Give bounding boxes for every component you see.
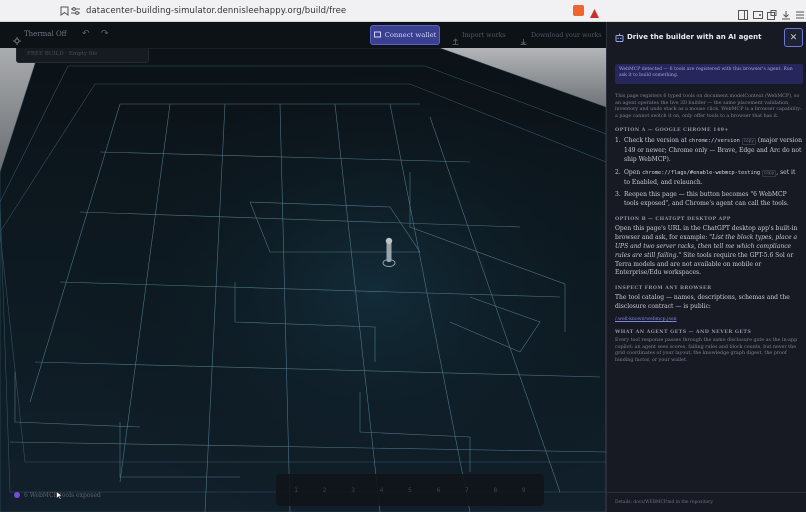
- panel-title: Drive the builder with an AI agent: [627, 33, 762, 41]
- panel-footer: Details: docs/WEBMCP.md in the repositor…: [607, 492, 806, 512]
- thermal-toggle[interactable]: Thermal Off: [24, 30, 67, 38]
- step-text: Open: [624, 168, 643, 176]
- list-item: 1. Check the version at chrome://version…: [615, 137, 802, 164]
- connect-wallet-button[interactable]: Connect wallet: [370, 25, 440, 45]
- panel-body: This page registers 6 typed tools on doc…: [615, 94, 802, 365]
- inspect-heading: INSPECT FROM ANY BROWSER: [615, 285, 712, 292]
- webmcp-detected-notice: WebMCP detected — 6 tools are registered…: [615, 64, 803, 84]
- agent-gets-paragraph: Every tool response passes through the s…: [615, 338, 798, 363]
- wallet-icon: [373, 31, 381, 40]
- brave-shield-icon[interactable]: [573, 5, 584, 16]
- close-icon: ✕: [789, 32, 798, 43]
- build-mode-text: FREE BUILD · Empty file: [27, 51, 98, 57]
- robot-icon: [615, 33, 624, 42]
- builder-canvas[interactable]: Thermal Off ↶ ↷ Connect wallet Import wo…: [0, 22, 606, 512]
- option-b-heading: OPTION B — CHATGPT DESKTOP APP: [615, 215, 731, 222]
- step-number: 2.: [615, 168, 621, 176]
- browser-toolbar: datacenter-building-simulator.dennisleeh…: [0, 0, 806, 22]
- flags-url-code: chrome://flags/#enable-webmcp-testing: [642, 169, 761, 176]
- step-text: Check the version at: [624, 137, 689, 145]
- address-bar[interactable]: datacenter-building-simulator.dennisleeh…: [71, 3, 571, 19]
- palette-slot[interactable]: 4: [372, 487, 392, 494]
- step-number: 1.: [615, 137, 621, 145]
- palette-slot[interactable]: 9: [514, 487, 534, 494]
- import-works-button[interactable]: Import works: [462, 31, 506, 39]
- warning-triangle-icon[interactable]: [589, 4, 600, 23]
- palette-slot[interactable]: 2: [315, 487, 335, 494]
- inspect-paragraph: The tool catalog — names, descriptions, …: [615, 294, 790, 311]
- list-item: 2. Open chrome://flags/#enable-webmcp-te…: [615, 169, 802, 188]
- version-url-code: chrome://version: [688, 138, 740, 145]
- mouse-pointer-icon: [56, 491, 62, 500]
- download-icon: [520, 30, 527, 49]
- thermal-icon[interactable]: [13, 30, 21, 49]
- copy-button[interactable]: copy: [741, 138, 756, 146]
- undo-icon[interactable]: ↶: [82, 29, 90, 39]
- block-palette: 1 2 3 4 5 6 7 8 9: [276, 474, 544, 506]
- redo-icon[interactable]: ↷: [101, 29, 109, 39]
- bookmark-icon[interactable]: [56, 3, 72, 19]
- import-icon: [452, 30, 459, 49]
- datacenter-3d-scene[interactable]: [0, 22, 606, 512]
- copy-button[interactable]: copy: [762, 169, 777, 177]
- option-a-steps: 1. Check the version at chrome://version…: [615, 137, 802, 209]
- list-item: 3. Reopen this page — this button become…: [615, 191, 802, 209]
- palette-slot[interactable]: 1: [286, 487, 306, 494]
- url-text: datacenter-building-simulator.dennisleeh…: [86, 6, 347, 16]
- tool-catalog-link[interactable]: /.well-known/webmcp.json: [615, 317, 802, 322]
- webmcp-status-text: 6 WebMCP tools exposed: [24, 491, 101, 499]
- palette-slot[interactable]: 7: [457, 487, 477, 494]
- palette-slot[interactable]: 6: [428, 487, 448, 494]
- option-b-paragraph: Open this page's URL in the ChatGPT desk…: [615, 225, 802, 278]
- palette-slot[interactable]: 3: [343, 487, 363, 494]
- notice-text: WebMCP detected — 6 tools are registered…: [619, 67, 793, 78]
- agent-gets-heading: WHAT AN AGENT GETS — AND NEVER GETS: [615, 329, 752, 336]
- step-text: Reopen this page — this button becomes "…: [624, 191, 789, 208]
- status-dot-icon: [14, 492, 20, 498]
- download-works-button[interactable]: Download your works: [531, 31, 602, 39]
- ai-agent-panel: Drive the builder with an AI agent ✕ Web…: [606, 22, 806, 512]
- connect-wallet-label: Connect wallet: [384, 31, 437, 39]
- site-settings-icon[interactable]: [71, 7, 80, 15]
- palette-slot[interactable]: 5: [400, 487, 420, 494]
- intro-paragraph: This page registers 6 typed tools on doc…: [615, 94, 802, 119]
- footer-text: Details: docs/WEBMCP.md in the repositor…: [615, 500, 714, 505]
- builder-topbar: Thermal Off ↶ ↷ Connect wallet Import wo…: [0, 22, 606, 48]
- option-a-heading: OPTION A — GOOGLE CHROME 149+: [615, 127, 729, 134]
- build-mode-card: FREE BUILD · Empty file: [16, 48, 149, 63]
- palette-slot[interactable]: 8: [485, 487, 505, 494]
- close-button[interactable]: ✕: [784, 28, 803, 47]
- panel-header: Drive the builder with an AI agent ✕: [607, 22, 806, 52]
- step-number: 3.: [615, 191, 621, 199]
